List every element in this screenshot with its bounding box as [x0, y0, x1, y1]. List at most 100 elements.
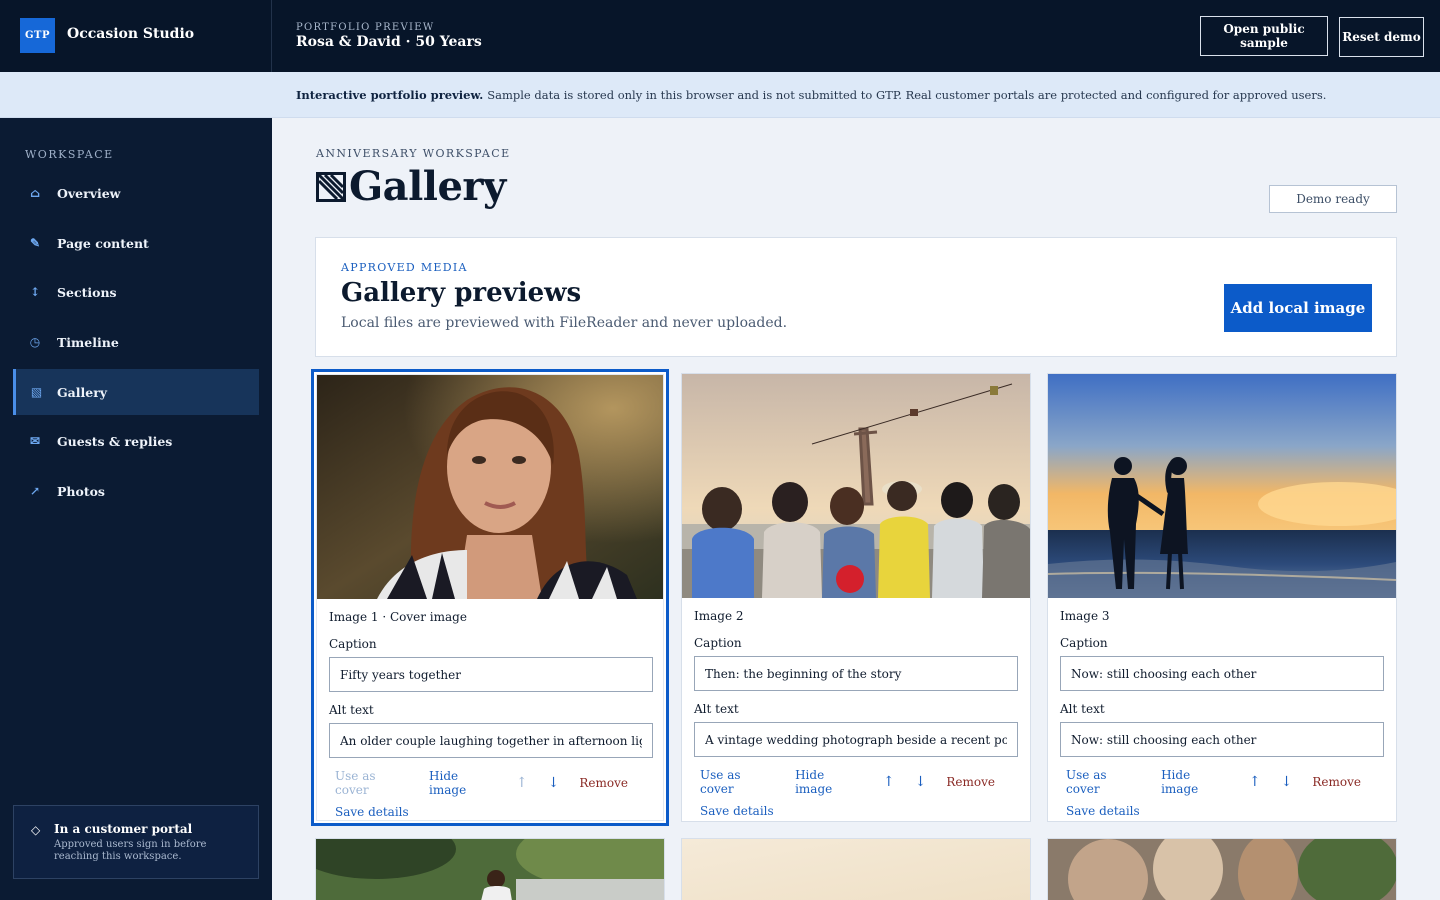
move-up-icon[interactable]: ↑ — [883, 774, 895, 790]
move-up-icon[interactable]: ↑ — [1249, 774, 1261, 790]
gallery-photo[interactable] — [682, 374, 1030, 598]
media-eyebrow: APPROVED MEDIA — [341, 261, 468, 274]
image-label: Image 2 — [694, 609, 744, 623]
save-details-button[interactable]: Save details — [694, 804, 1018, 818]
sidebar-item-photos[interactable]: ↗ Photos — [13, 468, 259, 514]
clock-icon: ◷ — [29, 335, 41, 349]
alt-text-input[interactable] — [329, 723, 653, 758]
sidebar-item-page-content[interactable]: ✎ Page content — [13, 220, 259, 266]
remove-button[interactable]: Remove — [579, 776, 628, 790]
beach-couple-photo-image — [1048, 374, 1396, 598]
image-label: Image 3 — [1060, 609, 1110, 623]
caption-input[interactable] — [329, 657, 653, 692]
customer-portal-note: ◇ In a customer portal Approved users si… — [13, 805, 259, 879]
use-as-cover-button[interactable]: Use as cover — [700, 768, 772, 796]
celebration-photo-image — [1048, 829, 1398, 900]
hide-image-button[interactable]: Hide image — [795, 768, 860, 796]
friends-photo-image — [682, 374, 1030, 598]
page-title: Gallery — [316, 163, 506, 210]
media-description: Local files are previewed with FileReade… — [341, 315, 788, 331]
sidebar-item-label: Page content — [57, 235, 149, 251]
open-public-sample-button[interactable]: Open public sample — [1200, 16, 1328, 56]
pen-icon: ✎ — [29, 236, 41, 250]
home-icon: ⌂ — [29, 186, 40, 200]
portfolio-title: Rosa & David · 50 Years — [296, 34, 482, 50]
top-bar: GTP Occasion Studio PORTFOLIO PREVIEW Ro… — [0, 0, 1440, 72]
caption-input[interactable] — [694, 656, 1018, 691]
image-label: Image 1 · Cover image — [329, 610, 467, 624]
caption-label: Caption — [329, 637, 377, 651]
gallery-card[interactable] — [681, 838, 1031, 900]
portfolio-heading: PORTFOLIO PREVIEW Rosa & David · 50 Year… — [296, 22, 482, 50]
sidebar-item-label: Gallery — [57, 384, 108, 400]
sidebar-item-label: Sections — [57, 284, 117, 300]
use-as-cover-button[interactable]: Use as cover — [1066, 768, 1138, 796]
sidebar-item-label: Guests & replies — [57, 433, 173, 449]
card-actions: Use as cover Hide image ↑ ↓ Remove — [1060, 768, 1384, 796]
gallery-icon — [316, 171, 346, 202]
sidebar-item-timeline[interactable]: ◷ Timeline — [13, 319, 259, 365]
reorder-icon: ↕ — [29, 285, 41, 299]
card-actions: Use as cover Hide image ↑ ↓ Remove — [329, 769, 651, 797]
hide-image-button[interactable]: Hide image — [429, 769, 493, 797]
park-photo-image — [296, 819, 696, 900]
approved-media-panel: APPROVED MEDIA Gallery previews Local fi… — [315, 237, 1397, 357]
remove-button[interactable]: Remove — [946, 775, 995, 789]
sidebar-item-sections[interactable]: ↕ Sections — [13, 269, 259, 315]
gallery-icon: ▧ — [30, 385, 43, 399]
page-title-text: Gallery — [349, 163, 506, 210]
gtp-logo[interactable]: GTP — [20, 18, 55, 53]
sidebar-heading: WORKSPACE — [25, 148, 114, 161]
alt-text-input[interactable] — [694, 722, 1018, 757]
gallery-card[interactable]: Image 2 Caption Alt text Use as cover Hi… — [681, 373, 1031, 822]
notice-text: Sample data is stored only in this brows… — [487, 87, 1327, 102]
move-down-icon[interactable]: ↓ — [1281, 774, 1293, 790]
alt-text-label: Alt text — [329, 703, 374, 717]
preview-notice: Interactive portfolio preview. Sample da… — [0, 72, 1440, 118]
sidebar-item-overview[interactable]: ⌂ Overview — [13, 170, 259, 216]
reset-demo-button[interactable]: Reset demo — [1339, 17, 1424, 57]
portal-title: In a customer portal — [54, 822, 193, 836]
save-details-button[interactable]: Save details — [329, 805, 651, 819]
sidebar: WORKSPACE ⌂ Overview ✎ Page content ↕ Se… — [0, 118, 272, 900]
use-as-cover-button[interactable]: Use as cover — [335, 769, 406, 797]
caption-label: Caption — [694, 636, 742, 650]
light-photo-image — [682, 839, 1030, 900]
sidebar-item-label: Photos — [57, 483, 105, 499]
portfolio-eyebrow: PORTFOLIO PREVIEW — [296, 22, 435, 33]
add-local-image-button[interactable]: Add local image — [1224, 284, 1372, 332]
caption-input[interactable] — [1060, 656, 1384, 691]
external-link-icon: ↗ — [29, 484, 41, 498]
gallery-photo[interactable] — [317, 375, 663, 599]
card-actions: Use as cover Hide image ↑ ↓ Remove — [694, 768, 1018, 796]
gallery-photo[interactable] — [1048, 374, 1396, 598]
brand: GTP Occasion Studio — [0, 0, 272, 72]
workspace-eyebrow: ANNIVERSARY WORKSPACE — [316, 147, 511, 160]
sidebar-item-guests-replies[interactable]: ✉ Guests & replies — [13, 418, 259, 464]
status-badge: Demo ready — [1269, 185, 1397, 213]
sidebar-item-label: Timeline — [57, 334, 119, 350]
gallery-card[interactable]: Image 1 · Cover image Caption Alt text U… — [311, 369, 669, 826]
sidebar-item-label: Overview — [57, 185, 121, 201]
portal-text: Approved users sign in before reaching t… — [54, 839, 207, 862]
media-title: Gallery previews — [341, 278, 582, 308]
brand-name[interactable]: Occasion Studio — [67, 26, 194, 42]
move-down-icon[interactable]: ↓ — [548, 775, 560, 791]
move-down-icon[interactable]: ↓ — [915, 774, 927, 790]
caption-label: Caption — [1060, 636, 1108, 650]
hide-image-button[interactable]: Hide image — [1161, 768, 1226, 796]
save-details-button[interactable]: Save details — [1060, 804, 1384, 818]
gallery-card[interactable] — [296, 819, 696, 900]
move-up-icon[interactable]: ↑ — [516, 775, 528, 791]
portrait-photo-image — [317, 375, 663, 599]
sidebar-item-gallery[interactable]: ▧ Gallery — [13, 369, 259, 415]
alt-text-label: Alt text — [1060, 702, 1105, 716]
alt-text-input[interactable] — [1060, 722, 1384, 757]
gallery-card[interactable] — [1047, 829, 1398, 900]
gallery-card[interactable]: Image 3 Caption Alt text Use as cover Hi… — [1047, 373, 1397, 822]
mail-icon: ✉ — [29, 434, 41, 448]
notice-strong: Interactive portfolio preview. — [296, 87, 484, 102]
diamond-icon: ◇ — [31, 823, 41, 837]
alt-text-label: Alt text — [694, 702, 739, 716]
remove-button[interactable]: Remove — [1312, 775, 1361, 789]
